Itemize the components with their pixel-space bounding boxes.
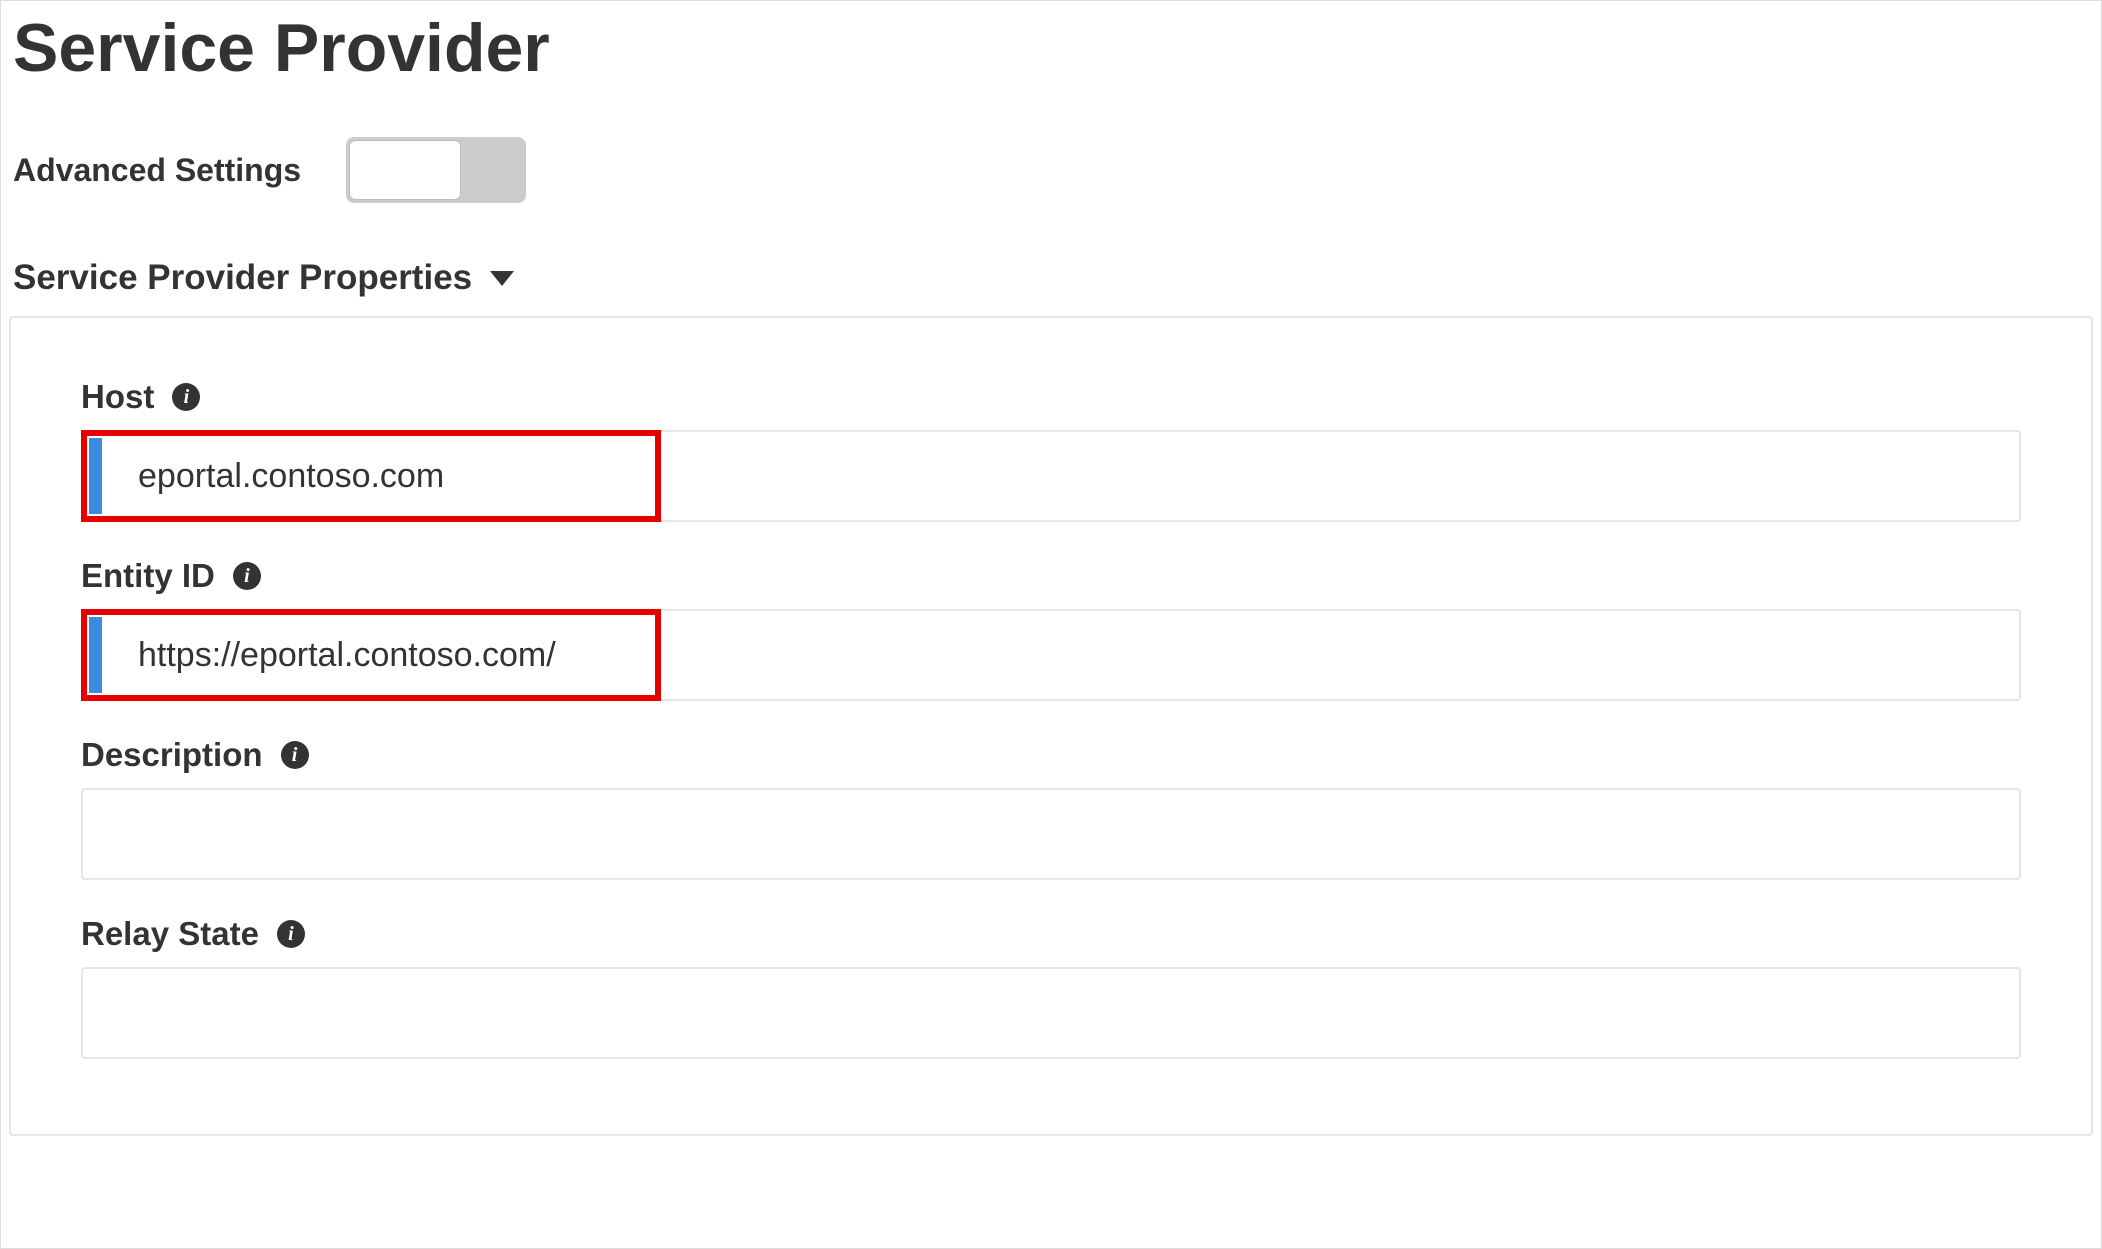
section-header[interactable]: Service Provider Properties [13,258,2093,298]
entity-id-input[interactable] [81,609,2021,701]
properties-panel: Host i Entity ID i Description i R [9,316,2093,1136]
info-icon[interactable]: i [233,562,261,590]
host-field-group: Host i [81,378,2021,522]
section-title: Service Provider Properties [13,258,472,298]
info-icon[interactable]: i [281,741,309,769]
description-input-wrapper [81,788,2021,880]
description-label: Description [81,736,263,774]
description-field-group: Description i [81,736,2021,880]
chevron-down-icon [490,271,514,286]
toggle-knob [349,140,461,200]
page-title: Service Provider [13,9,2093,87]
advanced-settings-toggle[interactable] [346,137,526,203]
relay-state-input[interactable] [81,967,2021,1059]
info-icon[interactable]: i [172,383,200,411]
entity-id-field-group: Entity ID i [81,557,2021,701]
entity-id-input-wrapper [81,609,2021,701]
relay-state-label-row: Relay State i [81,915,2021,953]
advanced-settings-label: Advanced Settings [13,152,301,189]
host-label-row: Host i [81,378,2021,416]
host-input-wrapper [81,430,2021,522]
relay-state-field-group: Relay State i [81,915,2021,1059]
relay-state-label: Relay State [81,915,259,953]
host-label: Host [81,378,154,416]
input-indicator-bar [89,617,102,693]
host-input[interactable] [81,430,2021,522]
input-indicator-bar [89,438,102,514]
entity-id-label-row: Entity ID i [81,557,2021,595]
description-label-row: Description i [81,736,2021,774]
entity-id-label: Entity ID [81,557,215,595]
info-icon[interactable]: i [277,920,305,948]
advanced-settings-row: Advanced Settings [13,137,2093,203]
description-input[interactable] [81,788,2021,880]
relay-state-input-wrapper [81,967,2021,1059]
